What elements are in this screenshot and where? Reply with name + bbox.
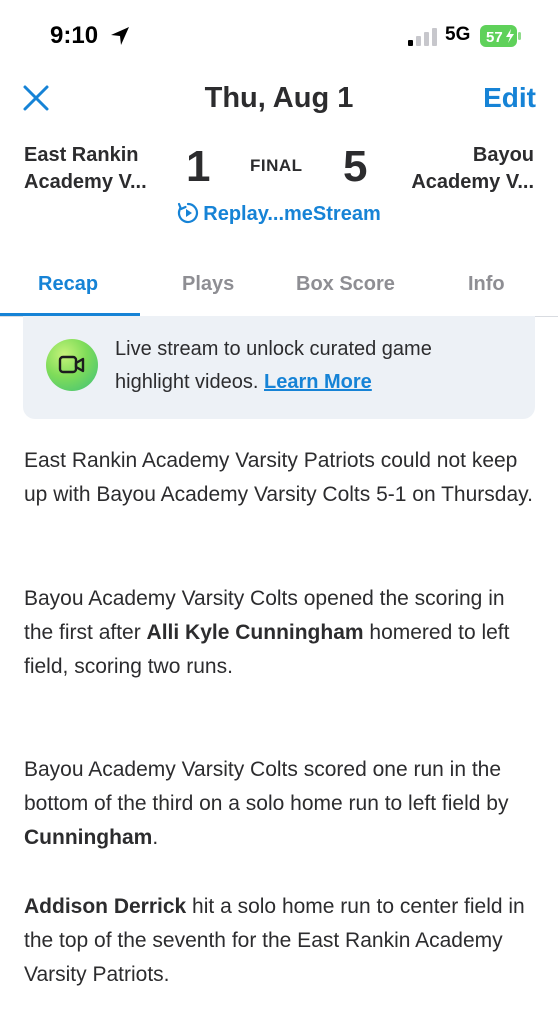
location-arrow-icon — [111, 27, 129, 45]
replay-link[interactable]: Replay...meStream — [0, 202, 558, 226]
edit-button[interactable]: Edit — [483, 82, 536, 114]
status-time: 9:10 — [50, 22, 99, 49]
network-type: 5G — [445, 24, 471, 45]
tab-plays[interactable]: Plays — [182, 273, 234, 296]
home-team-line1: East Rankin — [24, 144, 139, 166]
battery-level: 57 — [486, 29, 503, 46]
away-team-line1: Bayou — [472, 144, 534, 166]
player-name[interactable]: Cunningham — [24, 826, 152, 849]
replay-label: Replay...meStream — [203, 203, 381, 225]
video-camera-icon — [46, 339, 98, 391]
home-team-name[interactable]: East Rankin Academy V... — [24, 142, 147, 196]
away-team-line2: Academy V... — [411, 171, 534, 193]
banner-text: Live stream to unlock curated game highl… — [115, 333, 515, 399]
tab-recap[interactable]: Recap — [38, 273, 98, 296]
player-name[interactable]: Addison Derrick — [24, 895, 186, 918]
away-team-name[interactable]: Bayou Academy V... — [411, 142, 534, 196]
recap-paragraph: East Rankin Academy Varsity Patriots cou… — [24, 449, 533, 506]
home-score: 1 — [186, 142, 211, 191]
recap-text: Bayou Academy Varsity Colts scored one r… — [24, 758, 509, 815]
recap-text: . — [152, 826, 159, 849]
home-team-line2: Academy V... — [24, 171, 147, 193]
page-title: Thu, Aug 1 — [204, 82, 354, 114]
game-status: FINAL — [250, 156, 303, 175]
learn-more-link[interactable]: Learn More — [264, 371, 372, 393]
recap-paragraph: Addison Derrick hit a solo home run to c… — [24, 890, 539, 992]
cellular-signal-icon — [408, 28, 437, 46]
tab-box-score[interactable]: Box Score — [296, 273, 395, 296]
recap-paragraph: Bayou Academy Varsity Colts scored one r… — [24, 753, 539, 855]
banner-text-line2: highlight videos. — [115, 371, 259, 393]
player-name[interactable]: Alli Kyle Cunningham — [147, 621, 364, 644]
replay-icon — [178, 202, 199, 224]
tab-info[interactable]: Info — [468, 273, 505, 296]
recap-paragraph: Bayou Academy Varsity Colts opened the s… — [24, 582, 539, 684]
battery-icon: 57 — [480, 25, 521, 47]
banner-text-line1: Live stream to unlock curated game — [115, 338, 432, 360]
away-score: 5 — [343, 142, 368, 191]
